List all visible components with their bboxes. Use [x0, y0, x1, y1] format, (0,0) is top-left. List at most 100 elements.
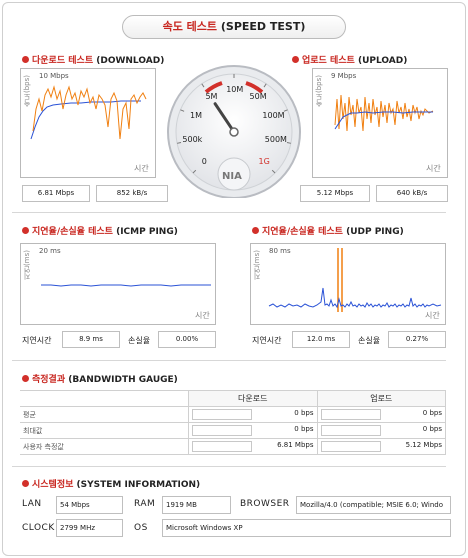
udp-xlabel: 시간 [425, 311, 440, 320]
upload-section-title: 업로드 테스트 (UPLOAD) [292, 53, 407, 66]
upload-value: 5.12 Mbps [405, 441, 442, 449]
upload-gauge-bar [320, 409, 381, 420]
udp-graph: 80 ms 지연(ms) 시간 [250, 243, 446, 325]
icmp-loss-label: 손실율 [128, 336, 151, 345]
udp-section-title: 지연율/손실율 테스트 (UDP PING) [252, 224, 404, 237]
bullet-icon [22, 56, 29, 63]
udp-ylabel: 지연(ms) [253, 250, 261, 280]
download-cell: 6.81 Mbps [188, 438, 318, 455]
gauge-label: 0 [201, 156, 207, 166]
gauge-label: 10M [226, 85, 244, 94]
clock-label: CLOCK [22, 523, 55, 533]
download-value: 0 bps [294, 425, 314, 433]
udp-graph-svg [268, 248, 442, 312]
icmp-xlabel: 시간 [195, 311, 210, 320]
download-orange-series [32, 85, 147, 140]
upload-graph: 9 Mbps 속도(bps) 시간 [312, 68, 448, 178]
row-label: 사용자 측정값 [20, 438, 189, 455]
icmp-delay-label: 지연시간 [22, 336, 52, 345]
row-label: 평균 [20, 406, 189, 423]
gauge-label: 500k [182, 135, 203, 145]
gauge-label: 5M [205, 92, 218, 102]
download-gauge-bar [192, 425, 252, 436]
download-cell: 0 bps [188, 422, 318, 439]
page-title-accent: 속도 테스트 [162, 20, 218, 33]
gauge-label: 100M [262, 110, 285, 120]
udp-delay-label: 지연시간 [252, 336, 282, 345]
download-gauge-bar [192, 409, 252, 420]
divider [12, 212, 446, 213]
upload-value: 0 bps [422, 425, 442, 433]
upload-graph-svg [334, 94, 434, 132]
icmp-ymax-label: 20 ms [39, 247, 61, 255]
upload-speed-field: 5.12 Mbps [300, 185, 370, 202]
table-row: 평균 0 bps 0 bps [20, 406, 446, 423]
udp-latency-series [268, 287, 442, 309]
column-header-upload: 업로드 [316, 390, 446, 407]
gauge-hub [229, 127, 239, 137]
ram-field: 1919 MB [162, 496, 231, 514]
download-value: 0 bps [294, 409, 314, 417]
upload-orange-series [334, 94, 434, 132]
icmp-delay-field: 8.9 ms [62, 331, 120, 348]
download-value: 6.81 Mbps [277, 441, 314, 449]
icmp-latency-series [41, 284, 211, 287]
table-header-row: 다운로드 업로드 [20, 390, 446, 407]
bullet-icon [22, 480, 29, 487]
upload-value: 0 bps [422, 409, 442, 417]
upload-cell: 5.12 Mbps [316, 438, 446, 455]
os-label: OS [134, 523, 148, 533]
download-cell: 0 bps [188, 406, 318, 423]
bandwidth-table: 다운로드 업로드 평균 0 bps 0 bps 최대값 0 bps 0 bps … [20, 390, 446, 455]
browser-field: Mozilla/4.0 (compatible; MSIE 6.0; Windo [296, 496, 451, 514]
download-section-title: 다운로드 테스트 (DOWNLOAD) [22, 53, 164, 66]
upload-rate-field: 640 kB/s [376, 185, 448, 202]
os-field: Microsoft Windows XP [162, 519, 451, 537]
divider [12, 360, 446, 361]
gauge-label: 50M [249, 92, 267, 102]
upload-cell: 0 bps [316, 422, 446, 439]
icmp-ylabel: 지연(ms) [23, 250, 31, 280]
udp-loss-field: 0.27% [388, 331, 446, 348]
icmp-graph: 20 ms 지연(ms) 시간 [20, 243, 216, 325]
udp-ymax-label: 80 ms [269, 247, 291, 255]
gauge-label: 1M [189, 110, 202, 120]
download-speed-field: 6.81 Mbps [22, 185, 90, 202]
bullet-icon [292, 56, 299, 63]
upload-ylabel: 속도(bps) [315, 75, 323, 107]
system-section-title: 시스템정보 (SYSTEM INFORMATION) [22, 477, 200, 490]
icmp-graph-svg [41, 284, 211, 287]
clock-field: 2799 MHz [56, 519, 123, 537]
gauge-label: 1G [258, 156, 270, 166]
gauge-label: 500M [264, 135, 287, 145]
table-row: 사용자 측정값 6.81 Mbps 5.12 Mbps [20, 438, 446, 455]
table-corner [20, 390, 189, 407]
upload-ymax-label: 9 Mbps [331, 72, 357, 80]
bullet-icon [252, 227, 259, 234]
lan-field: 54 Mbps [56, 496, 123, 514]
browser-label: BROWSER [240, 499, 290, 509]
upload-gauge-bar [320, 441, 381, 452]
download-graph-svg [30, 85, 147, 140]
icmp-section-title: 지연율/손실율 테스트 (ICMP PING) [22, 224, 178, 237]
bullet-icon [22, 375, 29, 382]
lan-label: LAN [22, 499, 42, 509]
ram-label: RAM [134, 499, 156, 509]
bandwidth-section-title: 측정결과 (BANDWIDTH GAUGE) [22, 372, 178, 385]
speed-gauge: 0 500k 1M 5M 10M 50M 100M 500M 1G NIA [158, 62, 310, 199]
upload-xlabel: 시간 [426, 164, 441, 173]
column-header-download: 다운로드 [188, 390, 318, 407]
table-row: 최대값 0 bps 0 bps [20, 422, 446, 439]
icmp-loss-field: 0.00% [158, 331, 216, 348]
download-ymax-label: 10 Mbps [39, 72, 69, 80]
download-graph: 10 Mbps 속도(bps) 시간 [20, 68, 156, 178]
upload-gauge-bar [320, 425, 381, 436]
page-title: 속도 테스트 (SPEED TEST) [122, 15, 346, 39]
nia-logo: NIA [222, 171, 242, 182]
download-ylabel: 속도(bps) [23, 75, 31, 107]
divider [12, 466, 446, 467]
page-title-rest: (SPEED TEST) [220, 20, 306, 33]
download-gauge-bar [192, 441, 252, 452]
bullet-icon [22, 227, 29, 234]
upload-cell: 0 bps [316, 406, 446, 423]
